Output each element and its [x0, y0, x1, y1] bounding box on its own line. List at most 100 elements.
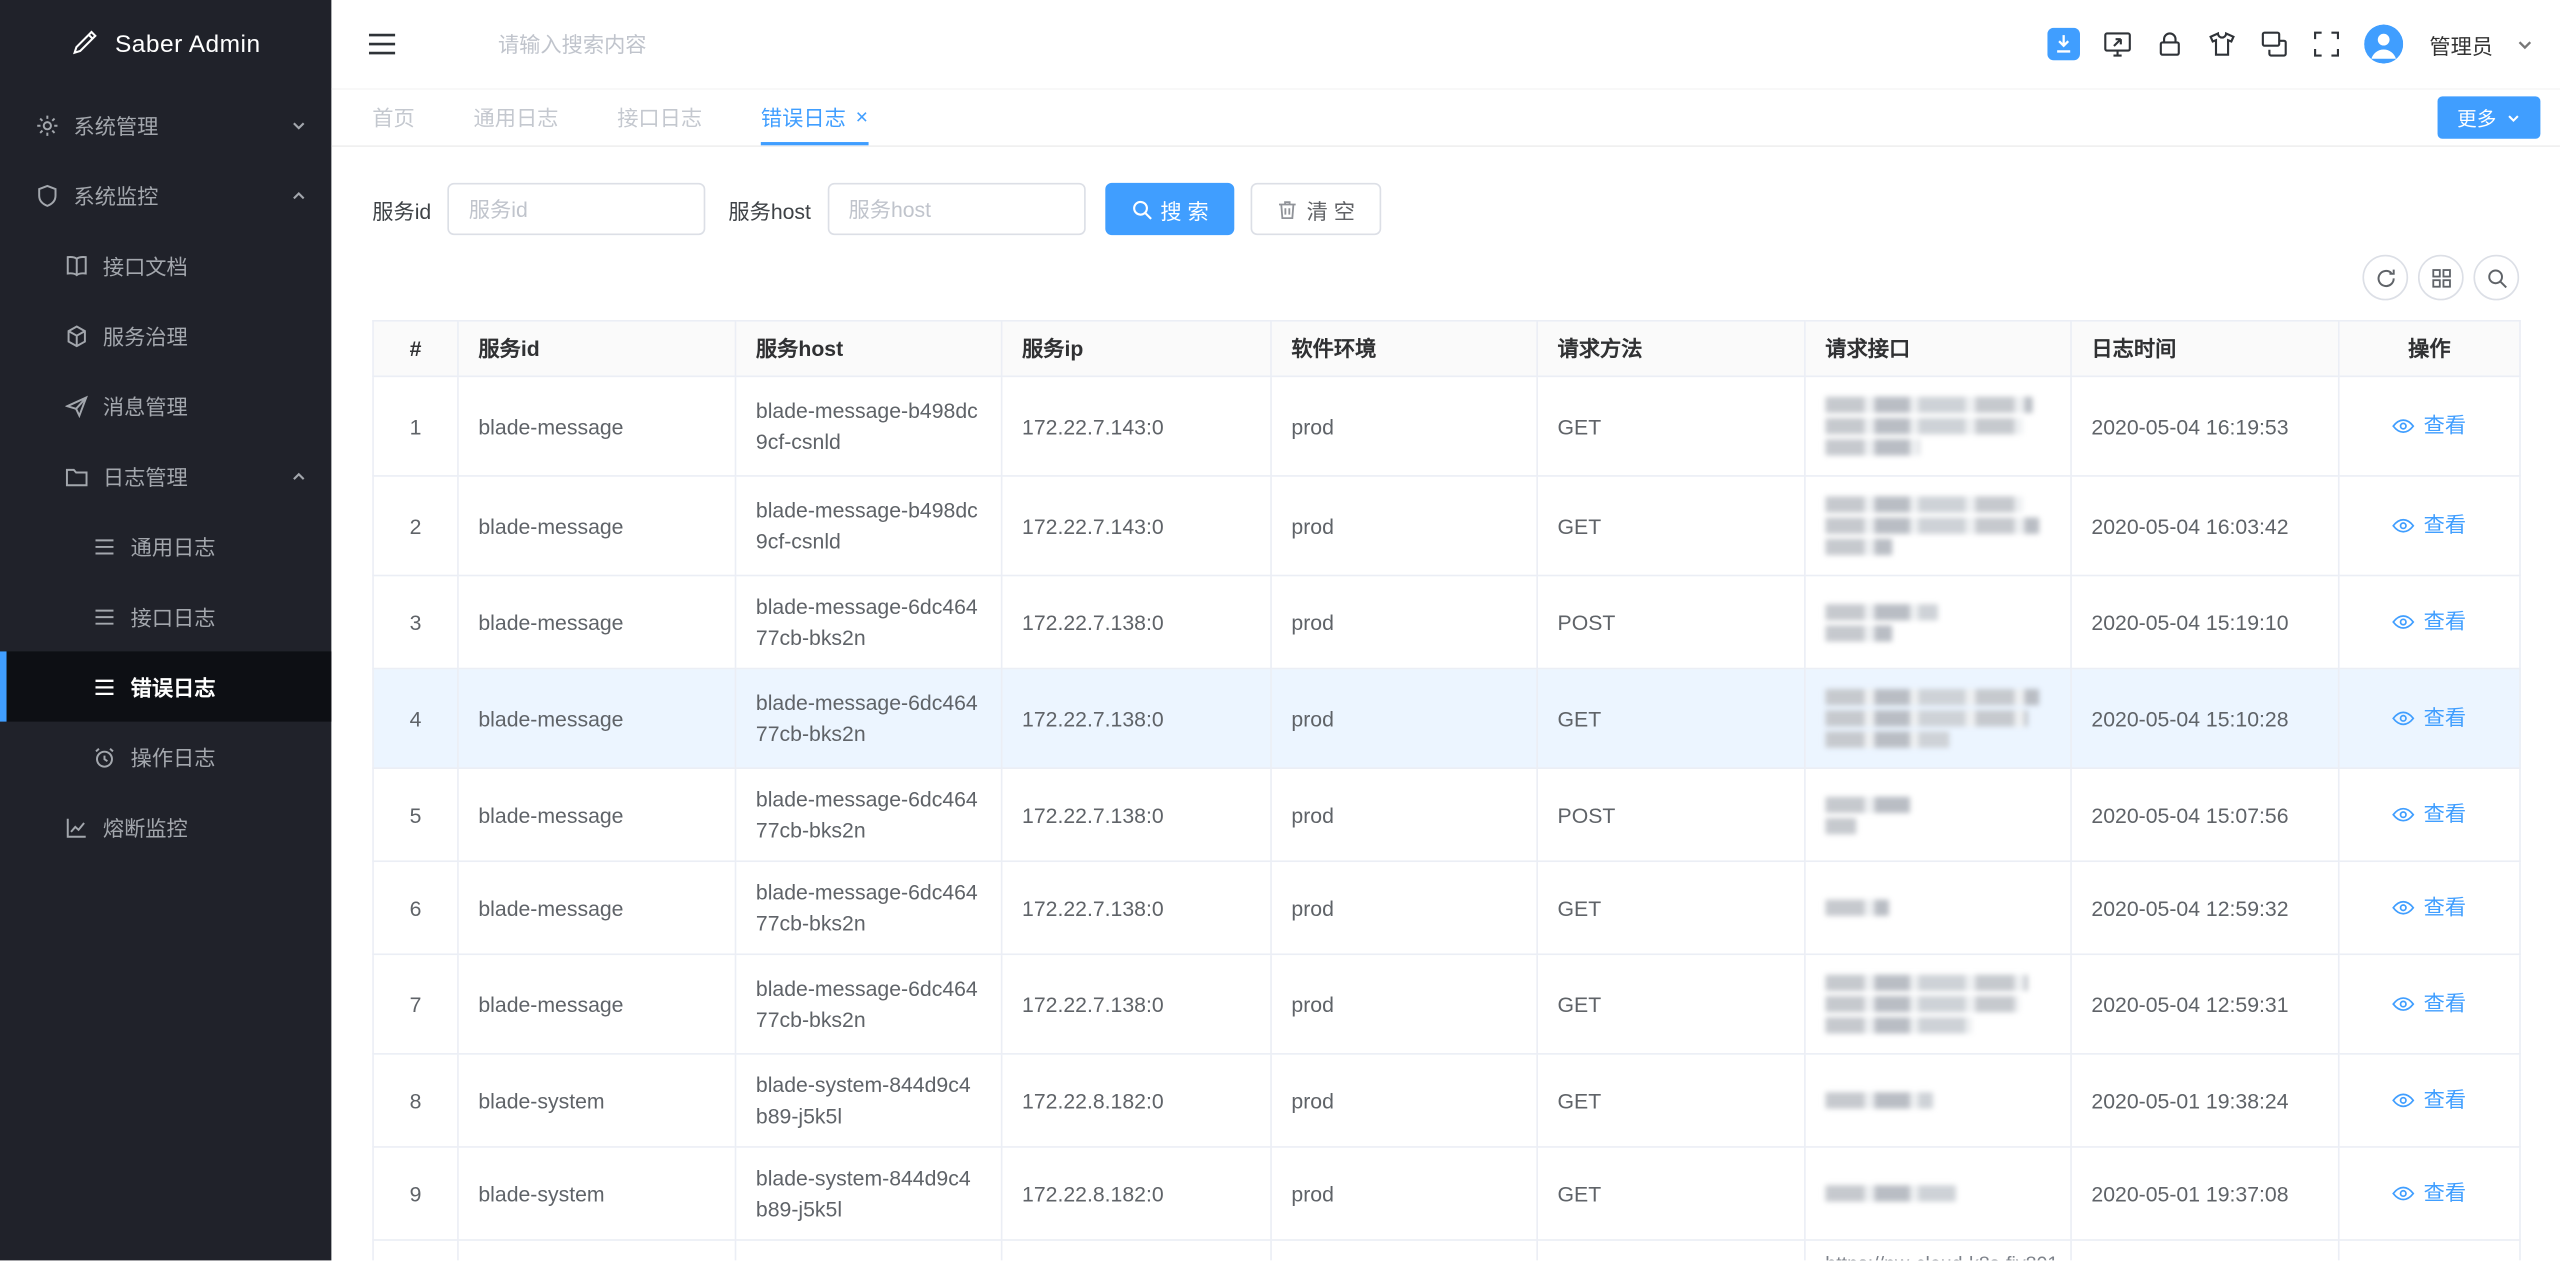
eye-icon	[2393, 996, 2416, 1012]
tab-close-icon[interactable]: ×	[856, 105, 868, 126]
gear-icon	[36, 113, 59, 136]
table-row[interactable]: 5blade-messageblade-message-6dc46477cb-b…	[373, 768, 2520, 861]
view-button[interactable]: 查看	[2393, 799, 2466, 830]
cell-action: 查看	[2339, 1054, 2520, 1147]
redacted-text	[1825, 397, 2032, 413]
cell-request-api	[1805, 476, 2071, 576]
sidebar-item-log-management[interactable]: 日志管理	[0, 441, 331, 511]
service-host-input[interactable]	[827, 183, 1085, 235]
service-id-input[interactable]	[448, 183, 706, 235]
cell-service-ip: 172.22.7.138:0	[1002, 954, 1271, 1054]
cell-index	[373, 1240, 458, 1261]
sidebar: Saber Admin 系统管理 系统监控 接口文档 服务治理	[0, 0, 331, 1261]
redacted-text	[1825, 539, 1893, 555]
table-row[interactable]: 8blade-systemblade-system-844d9c4b89-j5k…	[373, 1054, 2520, 1147]
tab-home[interactable]: 首页	[372, 90, 414, 146]
view-button-label: 查看	[2424, 510, 2466, 541]
view-button[interactable]: 查看	[2393, 510, 2466, 541]
cell-service-host: blade-message-6dc46477cb-bks2n	[736, 954, 1002, 1054]
cell-action	[2339, 1240, 2520, 1261]
cell-service-host: blade-system-844d9c4b89-j5k5l	[736, 1054, 1002, 1147]
sidebar-item-api-docs[interactable]: 接口文档	[0, 230, 331, 300]
user-avatar[interactable]	[2364, 24, 2403, 63]
redacted-text	[1825, 418, 2023, 434]
grid-icon[interactable]	[2418, 255, 2464, 301]
view-button-label: 查看	[2424, 606, 2466, 637]
download-icon[interactable]	[2047, 28, 2080, 61]
table-row[interactable]: 2blade-messageblade-message-b498dc9cf-cs…	[373, 476, 2520, 576]
theme-shirt-icon[interactable]	[2207, 29, 2236, 58]
view-button[interactable]: 查看	[2393, 410, 2466, 441]
chevron-down-icon[interactable]	[2516, 35, 2534, 53]
sidebar-item-system-monitor[interactable]: 系统监控	[0, 160, 331, 230]
list-icon	[93, 675, 116, 698]
username-label[interactable]: 管理员	[2429, 29, 2493, 60]
cell-env: prod	[1271, 376, 1537, 476]
search-toggle-icon[interactable]	[2473, 255, 2519, 301]
redacted-text	[1825, 731, 1949, 747]
column-header: 软件环境	[1271, 321, 1537, 377]
cell-service-ip: 172.22.7.138:0	[1002, 768, 1271, 861]
sidebar-item-label: 通用日志	[131, 531, 216, 562]
view-button[interactable]: 查看	[2393, 892, 2466, 923]
fullscreen-icon[interactable]	[2312, 29, 2341, 58]
cell-service-ip: 172.22.7.138:0	[1002, 576, 1271, 669]
sidebar-item-api-log[interactable]: 接口日志	[0, 581, 331, 651]
redacted-text	[1825, 996, 2019, 1012]
search-button-label: 搜 索	[1160, 193, 1208, 224]
sidebar-item-operation-log[interactable]: 操作日志	[0, 722, 331, 792]
table-head-row: #服务id服务host服务ip软件环境请求方法请求接口日志时间操作	[373, 321, 2520, 377]
view-button[interactable]: 查看	[2393, 988, 2466, 1019]
view-button-label: 查看	[2424, 1084, 2466, 1115]
eye-icon	[2393, 517, 2416, 533]
table-row[interactable]: https://pw-cloud-k8s-fiv801	[373, 1240, 2520, 1261]
table-row[interactable]: 4blade-messageblade-message-6dc46477cb-b…	[373, 669, 2520, 769]
cell-env: prod	[1271, 861, 1537, 954]
table-row[interactable]: 6blade-messageblade-message-6dc46477cb-b…	[373, 861, 2520, 954]
sidebar-item-system-management[interactable]: 系统管理	[0, 90, 331, 160]
view-button-label: 查看	[2424, 892, 2466, 923]
more-button-label: 更多	[2457, 104, 2496, 132]
column-header: 操作	[2339, 321, 2520, 377]
refresh-icon[interactable]	[2362, 255, 2408, 301]
sidebar-item-service-governance[interactable]: 服务治理	[0, 300, 331, 370]
global-search-input[interactable]	[498, 32, 922, 56]
cell-index: 4	[373, 669, 458, 769]
sidebar-item-message-management[interactable]: 消息管理	[0, 371, 331, 441]
cell-service-id: blade-message	[458, 376, 736, 476]
table-row[interactable]: 7blade-messageblade-message-6dc46477cb-b…	[373, 954, 2520, 1054]
hamburger-menu-icon[interactable]	[367, 33, 396, 56]
sidebar-item-circuit-monitor[interactable]: 熔断监控	[0, 792, 331, 862]
screen-share-icon[interactable]	[2103, 29, 2132, 58]
table-row[interactable]: 9blade-systemblade-system-844d9c4b89-j5k…	[373, 1147, 2520, 1240]
clear-button[interactable]: 清 空	[1251, 183, 1381, 235]
table-row[interactable]: 1blade-messageblade-message-b498dc9cf-cs…	[373, 376, 2520, 476]
app-logo[interactable]: Saber Admin	[0, 0, 331, 90]
cell-service-host: blade-message-b498dc9cf-csnld	[736, 476, 1002, 576]
cell-log-time: 2020-05-01 19:37:08	[2071, 1147, 2339, 1240]
tab-general-log[interactable]: 通用日志	[473, 90, 558, 146]
cell-service-id: blade-system	[458, 1054, 736, 1147]
table-row[interactable]: 3blade-messageblade-message-6dc46477cb-b…	[373, 576, 2520, 669]
sidebar-item-error-log[interactable]: 错误日志	[0, 651, 331, 721]
column-header: 服务host	[736, 321, 1002, 377]
tab-api-log[interactable]: 接口日志	[617, 90, 702, 146]
view-button[interactable]: 查看	[2393, 1178, 2466, 1209]
view-button[interactable]: 查看	[2393, 606, 2466, 637]
tab-error-log[interactable]: 错误日志 ×	[761, 90, 868, 146]
view-button[interactable]: 查看	[2393, 1084, 2466, 1115]
cell-env	[1271, 1240, 1537, 1261]
lock-icon[interactable]	[2155, 29, 2184, 58]
cell-request-api: https://pw-cloud-k8s-fiv801	[1805, 1240, 2071, 1261]
more-button[interactable]: 更多	[2438, 96, 2541, 138]
sidebar-item-general-log[interactable]: 通用日志	[0, 511, 331, 581]
tab-label: 通用日志	[473, 100, 558, 131]
copy-windows-icon[interactable]	[2260, 29, 2289, 58]
search-form: 服务id 服务host 搜 索 清 空	[372, 183, 2519, 235]
cell-action: 查看	[2339, 376, 2520, 476]
redacted-text	[1825, 796, 1911, 812]
search-button[interactable]: 搜 索	[1105, 183, 1235, 235]
cell-log-time	[2071, 1240, 2339, 1261]
view-button[interactable]: 查看	[2393, 702, 2466, 733]
redacted-text	[1825, 1017, 1971, 1033]
